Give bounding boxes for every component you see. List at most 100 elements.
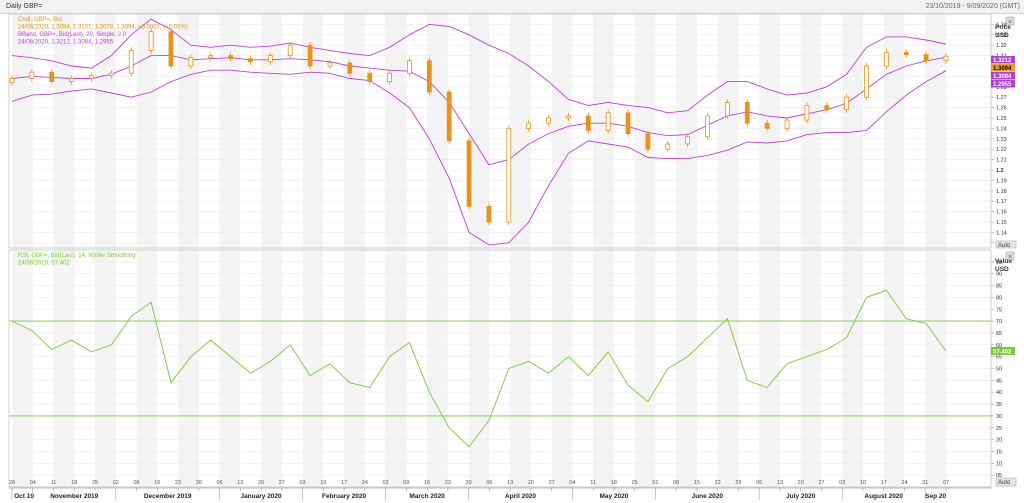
price-tags: 1.3212 1.3094 1.3084 1.2955	[991, 56, 1015, 88]
price-legend-entry: Cndl, GBP=, Bid	[18, 17, 62, 23]
month-label: April 2020	[505, 493, 536, 500]
candle-body	[29, 71, 35, 79]
candle-body	[744, 102, 750, 124]
day-tick-label: 13	[237, 480, 243, 486]
rsi-legend-entry: RSI, GBP=, Bid(Last), 14, Wilder Smoothi…	[18, 253, 136, 259]
candle-body	[725, 102, 730, 117]
day-tick-label: 13	[777, 480, 783, 486]
month-label: Sep 20	[925, 493, 946, 500]
price-tick-label: 1.23	[996, 137, 1007, 143]
price-tag-label: 1.3094	[993, 66, 1012, 72]
price-tick-label: 1.32	[996, 43, 1007, 49]
day-tick-label: 04	[569, 480, 575, 486]
rsi-tick-label: 15	[996, 449, 1002, 455]
day-tick-label: 17	[881, 480, 887, 486]
day-tick-label: 23	[445, 480, 451, 486]
price-tick-label: 1.2	[996, 168, 1004, 174]
month-label: March 2020	[409, 493, 445, 500]
price-tag-label: 1.3212	[993, 58, 1012, 64]
rsi-axis[interactable]: × Value USD 9590858075706560555045403530…	[991, 251, 1017, 487]
day-tick-label: 07	[943, 480, 949, 486]
price-tick-label: 1.14	[996, 230, 1007, 236]
rsi-tick-label: 10	[996, 461, 1002, 467]
day-tick-label: 13	[507, 480, 513, 486]
rsi-tick-label: 95	[996, 260, 1002, 266]
candle-body	[645, 133, 651, 150]
candle-body	[764, 122, 770, 129]
candle-body	[108, 72, 114, 76]
close-icon: ×	[1008, 19, 1012, 26]
price-axis[interactable]: Price USD × 1.341.331.321.311.31.291.281…	[991, 16, 1017, 249]
candle-body	[49, 71, 55, 82]
candle-body	[347, 62, 353, 74]
rsi-tick-label: 30	[996, 414, 1002, 420]
candle-body	[506, 127, 512, 223]
day-tick-label: 06	[756, 480, 762, 486]
candle-body	[883, 52, 889, 67]
candle-body	[228, 55, 233, 60]
candle-body	[446, 91, 452, 142]
day-tick-label: 27	[818, 480, 824, 486]
candle-body	[407, 60, 412, 74]
candle-body	[208, 55, 214, 59]
month-label: August 2020	[864, 493, 903, 500]
rsi-tick-label: 50	[996, 367, 1002, 373]
day-tick-label: 10	[320, 480, 326, 486]
day-tick-label: 27	[279, 480, 285, 486]
day-tick-label: 18	[611, 480, 617, 486]
candle-body	[923, 54, 929, 62]
chart-window: Daily GBP= 23/10/2019 - 9/09/2020 (GMT) …	[0, 0, 1024, 503]
candle-body	[387, 72, 392, 82]
candle-body	[804, 105, 810, 121]
rsi-tick-label: 80	[996, 295, 1002, 301]
rsi-tick-label: 55	[996, 355, 1002, 361]
candle-body	[625, 112, 631, 135]
day-tick-label: 08	[673, 480, 679, 486]
price-legend-entry: 24/08/2020, 1.3084, 1.3101, 1.3078, 1.30…	[18, 25, 188, 31]
price-tag-label: 1.3084	[993, 74, 1012, 80]
month-label: Oct 19	[14, 493, 34, 500]
day-tick-label: 02	[113, 480, 119, 486]
price-tick-label: 1.33	[996, 33, 1007, 39]
price-tick-label: 1.16	[996, 210, 1007, 216]
candle-body	[705, 115, 710, 138]
day-tick-label: 22	[715, 480, 721, 486]
candle-body	[844, 96, 850, 111]
candle-body	[89, 74, 94, 79]
day-tick-label: 30	[196, 480, 202, 486]
rsi-tick-label: 90	[996, 272, 1002, 278]
price-tick-label: 1.18	[996, 189, 1007, 195]
candle-body	[426, 60, 432, 93]
candle-body	[665, 143, 671, 150]
candle-body	[784, 119, 790, 129]
rsi-tick-label: 85	[996, 284, 1002, 290]
price-tick-label: 1.15	[996, 220, 1007, 226]
candle-body	[943, 55, 949, 62]
candle-body	[367, 72, 373, 82]
candle-body	[287, 44, 293, 57]
price-tick-label: 1.26	[996, 106, 1007, 112]
candle-body	[864, 65, 869, 98]
month-label: November 2019	[50, 493, 98, 500]
day-tick-label: 20	[528, 480, 534, 486]
rsi-tick-label: 25	[996, 426, 1002, 432]
day-tick-label: 29	[735, 480, 741, 486]
day-tick-label: 01	[652, 480, 658, 486]
candle-body	[267, 55, 273, 63]
time-axis[interactable]: 28 04 11 18 25 02 09 16 23 30 06 13 20 27 03 10 17 24 02 09…	[9, 480, 991, 500]
day-tick-label: 09	[403, 480, 409, 486]
price-tick-label: 1.21	[996, 158, 1007, 164]
day-tick-label: 25	[92, 480, 98, 486]
candle-body	[128, 50, 134, 74]
rsi-tick-label: 75	[996, 307, 1002, 313]
candle-body	[69, 78, 75, 83]
chart-canvas[interactable]: Cndl, GBP=, Bid 24/08/2020, 1.3084, 1.310…	[0, 0, 1024, 503]
day-tick-label: 03	[839, 480, 845, 486]
day-tick-label: 15	[694, 480, 700, 486]
candle-body	[903, 52, 909, 55]
day-tick-label: 31	[922, 480, 928, 486]
candle-body	[9, 78, 15, 84]
rsi-tick-label: 45	[996, 378, 1002, 384]
candle-body	[466, 140, 472, 207]
day-tick-label: 16	[424, 480, 430, 486]
